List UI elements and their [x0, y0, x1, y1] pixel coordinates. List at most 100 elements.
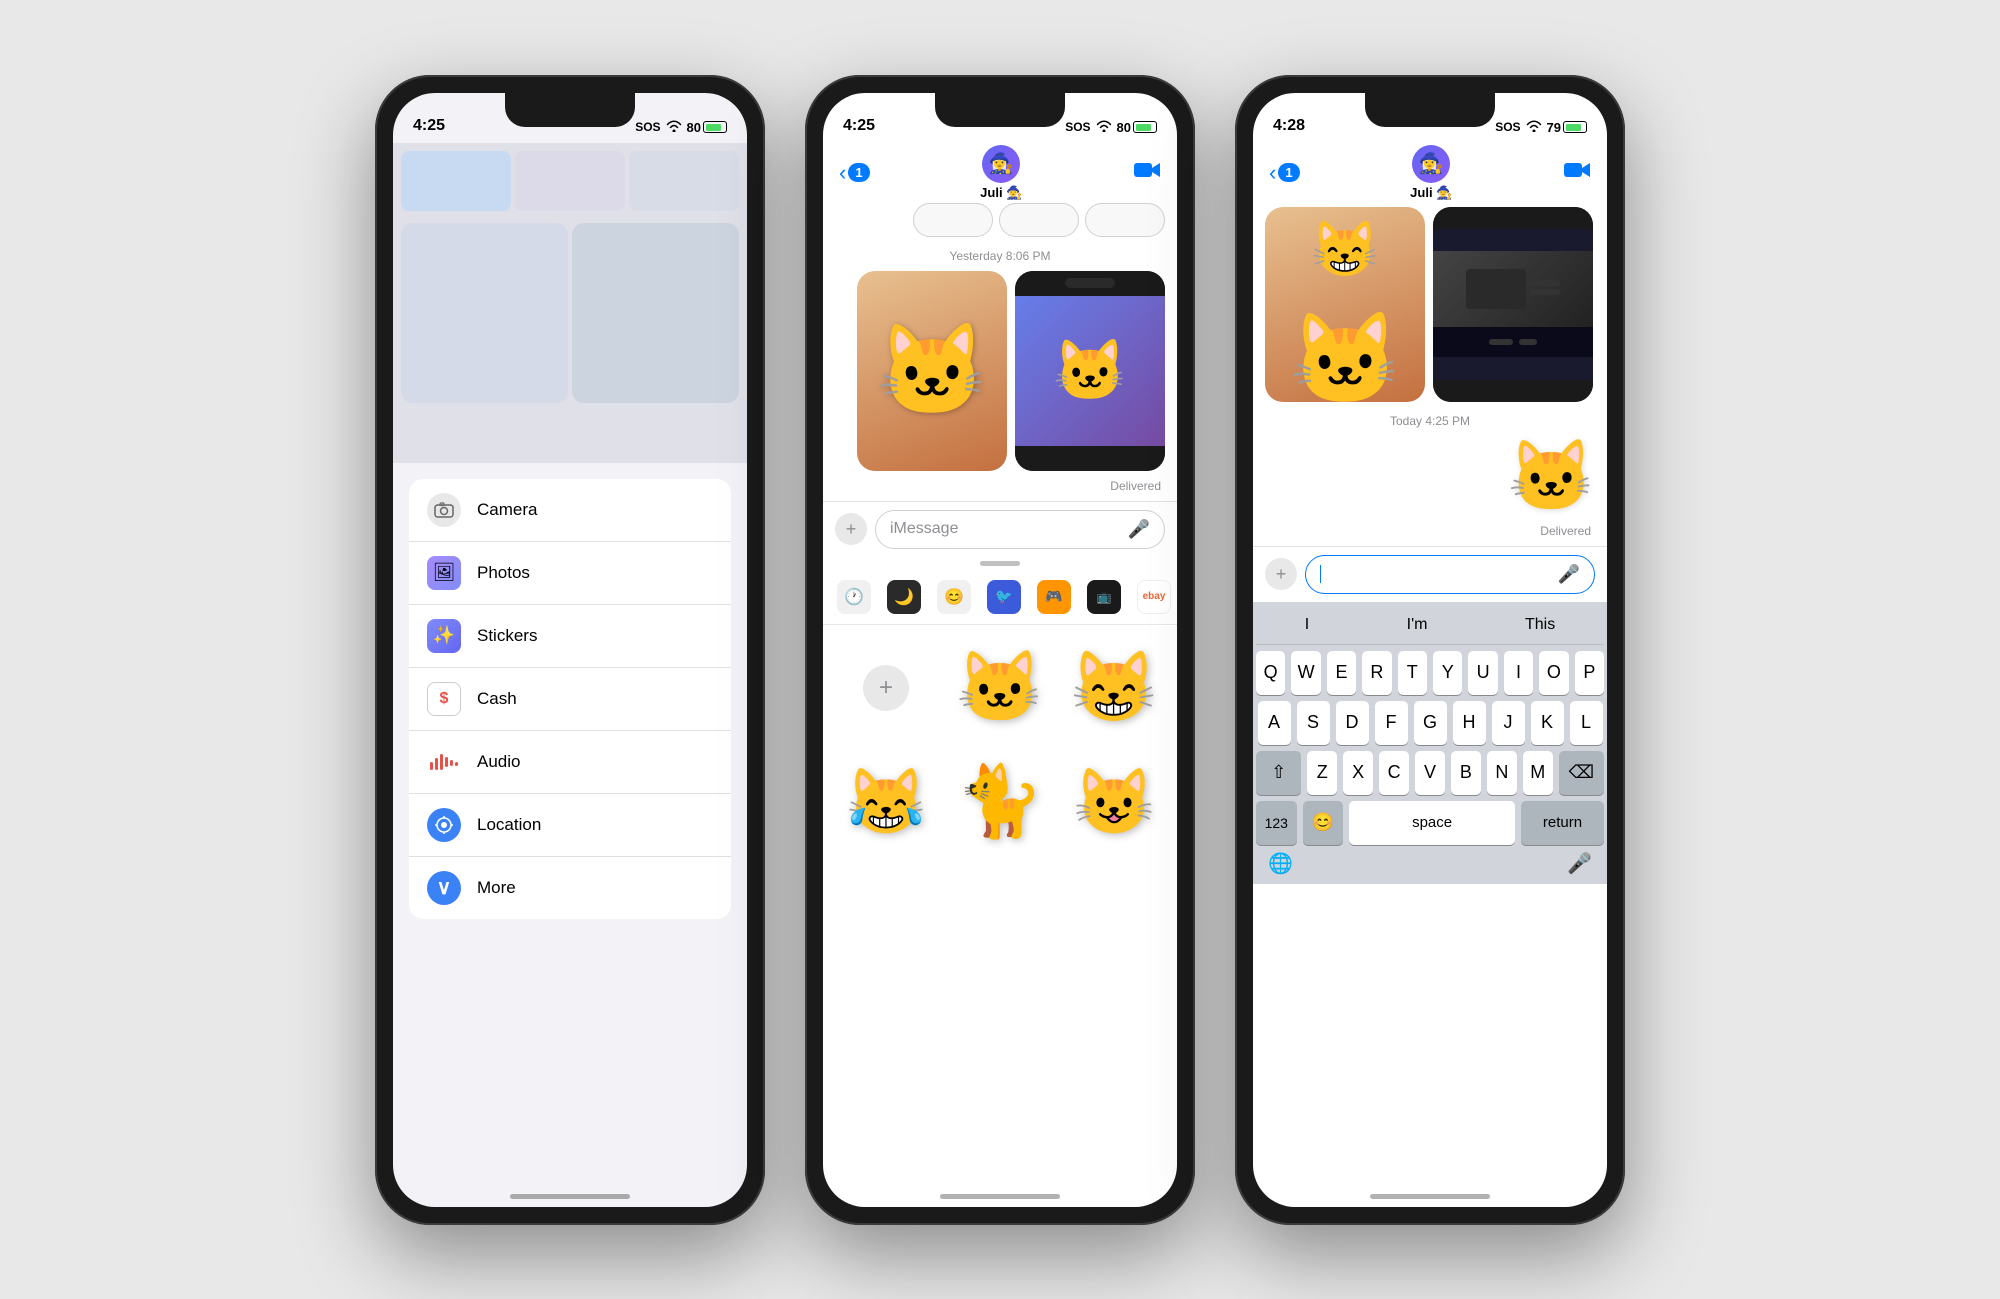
p3-cat-photo: 🐱 😸 [1265, 207, 1425, 402]
dictation-icon-3[interactable]: 🎤 [1567, 851, 1592, 876]
sticker-cat-4[interactable]: 🐈 [945, 747, 1055, 857]
key-x[interactable]: X [1343, 751, 1373, 795]
sticker-cat-1[interactable]: 🐱 [945, 633, 1055, 743]
key-l[interactable]: L [1570, 701, 1603, 745]
back-badge-3: 1 [1278, 163, 1299, 182]
app-icon-ebay[interactable]: ebay [1137, 580, 1171, 614]
app-icon-emoji[interactable]: 😊 [937, 580, 971, 614]
key-shift[interactable]: ⇧ [1256, 751, 1301, 795]
key-return[interactable]: return [1521, 801, 1604, 845]
wifi-icon-1 [666, 120, 682, 135]
suggestion-i[interactable]: I [1293, 614, 1321, 636]
app-icon-periscope[interactable]: 🐦 [987, 580, 1021, 614]
menu-item-more[interactable]: ∨ More [409, 857, 731, 919]
suggestion-this[interactable]: This [1513, 614, 1567, 636]
phone-3: 4:28 SOS 79 [1235, 75, 1625, 1225]
sticker-plus-btn-2[interactable]: + [831, 633, 941, 743]
suggestions-row-3: I I'm This [1256, 610, 1604, 645]
key-v[interactable]: V [1415, 751, 1445, 795]
key-n[interactable]: N [1487, 751, 1517, 795]
imessage-input-2[interactable]: iMessage 🎤 [875, 510, 1165, 549]
status-icons-1: SOS 80 [635, 120, 727, 135]
home-indicator-2 [940, 1194, 1060, 1199]
globe-icon-3[interactable]: 🌐 [1268, 851, 1293, 876]
key-t[interactable]: T [1398, 651, 1427, 695]
contact-avatar-3[interactable]: 🧙‍♀️ [1412, 145, 1450, 183]
key-b[interactable]: B [1451, 751, 1481, 795]
key-q[interactable]: Q [1256, 651, 1285, 695]
add-attachment-btn-2[interactable]: + [835, 513, 867, 545]
phone-2: 4:25 SOS 80 [805, 75, 1195, 1225]
imessage-input-3[interactable]: 🎤 [1305, 555, 1595, 594]
phone-1-screen: 4:25 SOS 80 [393, 93, 747, 1207]
battery-2: 80 [1117, 120, 1157, 135]
keyboard-3: I I'm This Q W E R T Y U I O P A S D [1253, 602, 1607, 884]
chevron-left-2: ‹ [839, 160, 846, 186]
sent-sticker-3: 🐱 [1253, 436, 1607, 518]
sticker-grid-2: + 🐱 😸 😹 🐈 😺 [823, 625, 1177, 865]
battery-1: 80 [687, 120, 727, 135]
key-j[interactable]: J [1492, 701, 1525, 745]
key-r[interactable]: R [1362, 651, 1391, 695]
key-k[interactable]: K [1531, 701, 1564, 745]
battery-pct-1: 80 [687, 120, 701, 135]
text-cursor [1320, 565, 1321, 583]
key-a[interactable]: A [1258, 701, 1291, 745]
audio-label: Audio [477, 752, 520, 772]
sos-3: SOS [1495, 120, 1520, 134]
key-s[interactable]: S [1297, 701, 1330, 745]
contact-avatar-2[interactable]: 🧙‍♀️ [982, 145, 1020, 183]
status-icons-3: SOS 79 [1495, 120, 1587, 135]
key-space[interactable]: space [1349, 801, 1515, 845]
more-label: More [477, 878, 516, 898]
key-d[interactable]: D [1336, 701, 1369, 745]
suggestion-im[interactable]: I'm [1395, 614, 1440, 636]
menu-item-stickers[interactable]: ✨ Stickers [409, 605, 731, 668]
key-h[interactable]: H [1453, 701, 1486, 745]
key-f[interactable]: F [1375, 701, 1408, 745]
key-z[interactable]: Z [1307, 751, 1337, 795]
home-indicator-3 [1370, 1194, 1490, 1199]
key-123[interactable]: 123 [1256, 801, 1297, 845]
key-o[interactable]: O [1539, 651, 1568, 695]
key-row-1: Q W E R T Y U I O P [1256, 651, 1604, 695]
key-w[interactable]: W [1291, 651, 1320, 695]
sticker-cat-2[interactable]: 😸 [1059, 633, 1169, 743]
notch-2 [935, 93, 1065, 127]
video-call-btn-3[interactable] [1563, 160, 1591, 186]
nav-bar-2: ‹ 1 🧙‍♀️ Juli 🧙‍♀️ [823, 143, 1177, 203]
key-backspace[interactable]: ⌫ [1559, 751, 1604, 795]
key-y[interactable]: Y [1433, 651, 1462, 695]
key-i[interactable]: I [1504, 651, 1533, 695]
app-icon-game[interactable]: 🎮 [1037, 580, 1071, 614]
menu-item-camera[interactable]: Camera [409, 479, 731, 542]
back-button-3[interactable]: ‹ 1 [1269, 160, 1300, 186]
home-indicator-1 [510, 1194, 630, 1199]
cash-label: Cash [477, 689, 517, 709]
key-e[interactable]: E [1327, 651, 1356, 695]
key-c[interactable]: C [1379, 751, 1409, 795]
menu-item-audio[interactable]: Audio [409, 731, 731, 794]
app-icon-recent[interactable]: 🕐 [837, 580, 871, 614]
menu-item-photos[interactable]: 🖼 Photos [409, 542, 731, 605]
key-u[interactable]: U [1468, 651, 1497, 695]
phone-3-screen: 4:28 SOS 79 [1253, 93, 1607, 1207]
delivered-3: Delivered [1253, 524, 1607, 538]
photo-grid-blur [393, 143, 747, 463]
app-icon-moon[interactable]: 🌙 [887, 580, 921, 614]
add-attachment-btn-3[interactable]: + [1265, 558, 1297, 590]
menu-item-cash[interactable]: $ Cash [409, 668, 731, 731]
key-g[interactable]: G [1414, 701, 1447, 745]
phone-2-screen: 4:25 SOS 80 [823, 93, 1177, 1207]
key-p[interactable]: P [1575, 651, 1604, 695]
menu-item-location[interactable]: Location [409, 794, 731, 857]
key-m[interactable]: M [1523, 751, 1553, 795]
app-icon-tv[interactable]: 📺 [1087, 580, 1121, 614]
sticker-cat-3[interactable]: 😹 [831, 747, 941, 857]
sticker-cat-5[interactable]: 😺 [1059, 747, 1169, 857]
back-button-2[interactable]: ‹ 1 [839, 160, 870, 186]
camera-icon [427, 493, 461, 527]
key-emoji[interactable]: 😊 [1303, 801, 1344, 845]
video-call-btn-2[interactable] [1133, 160, 1161, 186]
wifi-icon-2 [1096, 120, 1112, 135]
